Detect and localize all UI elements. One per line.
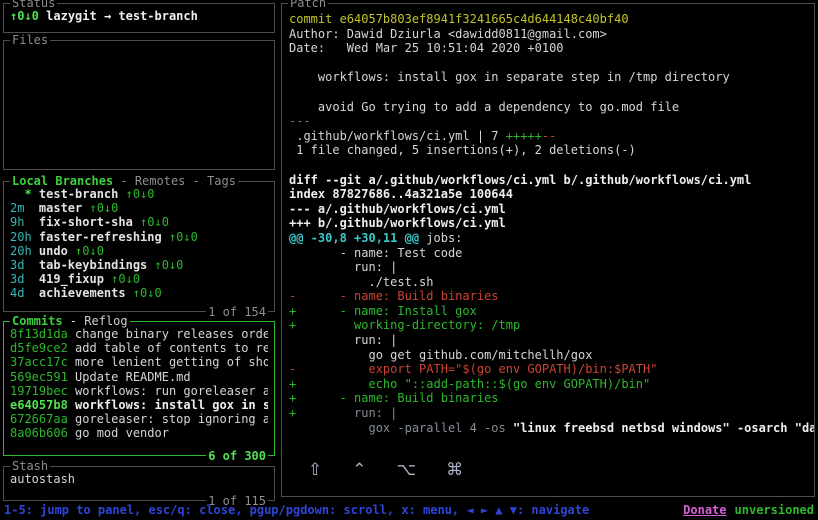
commit-list: 8f13d1da change binary releases order d5f…: [4, 322, 274, 441]
commit-row[interactable]: e64057b8 workflows: install gox in se: [10, 398, 268, 412]
patch-line: + - name: Build binaries: [289, 391, 499, 406]
patch-line: [289, 56, 814, 71]
branches-panel[interactable]: Local Branches - Remotes - Tags * test-b…: [3, 174, 275, 319]
branch-row[interactable]: 3d tab-keybindings ↑0↓0: [10, 258, 268, 272]
branches-panel-title: Local Branches - Remotes - Tags: [10, 174, 238, 188]
modifier-key-icon: ⌥: [396, 460, 417, 480]
status-panel-title: Status: [10, 0, 58, 10]
patch-line: [289, 158, 814, 173]
patch-line: run: |: [289, 333, 398, 348]
patch-line: index 87827686..4a321a5e 100644: [289, 187, 513, 202]
patch-panel-title: Patch: [288, 0, 329, 10]
stash-panel-title: Stash: [10, 459, 51, 473]
patch-line: - - name: Build binaries: [289, 289, 499, 304]
lazygit-app: Status ↑0↓0 lazygit → test-branch Files …: [0, 0, 818, 520]
patch-line: run: |: [289, 260, 398, 275]
patch-line: ---: [289, 114, 311, 129]
branch-row[interactable]: 20h faster-refreshing ↑0↓0: [10, 230, 268, 244]
patch-panel[interactable]: Patch commit e64057b803ef8941f3241665c4d…: [281, 0, 815, 497]
branch-row[interactable]: * test-branch ↑0↓0: [10, 187, 268, 201]
modifier-key-icon: ⌃: [352, 460, 367, 480]
donate-link[interactable]: Donate: [683, 503, 726, 517]
patch-line: commit e64057b803ef8941f3241665c4d644148…: [289, 12, 629, 26]
patch-line: @@ -30,8 +30,11 @@ jobs:: [289, 230, 463, 245]
commit-row[interactable]: 672667aa goreleaser: stop ignoring ar: [10, 412, 268, 426]
commit-row[interactable]: 37acc17c more lenient getting of shor: [10, 355, 268, 369]
stash-panel[interactable]: Stash autostash 1 of 115: [3, 459, 275, 508]
patch-line: + run: |: [289, 406, 398, 421]
patch-line: Author: Dawid Dziurla <dawidd0811@gmail.…: [289, 26, 607, 41]
patch-line: diff --git a/.github/workflows/ci.yml b/…: [289, 172, 752, 187]
patch-line: - export PATH="$(go env GOPATH)/bin:$PAT…: [289, 362, 658, 377]
branch-row[interactable]: 4d achievements ↑0↓0: [10, 286, 268, 300]
commit-row[interactable]: 19719bec workflows: run goreleaser as: [10, 384, 268, 398]
patch-line: + - name: Install gox: [289, 303, 477, 318]
files-panel[interactable]: Files: [3, 33, 275, 170]
branch-list: * test-branch ↑0↓0 2m master ↑0↓0 9h fix-s…: [4, 182, 274, 301]
modifier-key-icon: ⌘: [446, 460, 464, 480]
branch-row[interactable]: 2m master ↑0↓0: [10, 201, 268, 215]
patch-line: - name: Test code: [289, 245, 463, 260]
patch-line: +++ b/.github/workflows/ci.yml: [289, 216, 506, 231]
branch-row[interactable]: 3d 419_fixup ↑0↓0: [10, 272, 268, 286]
repo-branch-label: lazygit → test-branch: [46, 9, 198, 23]
patch-line: + echo "::add-path::$(go env GOPATH)/bin…: [289, 376, 651, 391]
commits-panel-title: Commits - Reflog: [10, 314, 130, 328]
version-area: Donate unversioned: [683, 503, 814, 517]
commit-row[interactable]: 569ec591 Update README.md: [10, 370, 268, 384]
commit-row[interactable]: d5fe9ce2 add table of contents to rea: [10, 341, 268, 355]
modifier-key-icon: ⇧: [308, 460, 323, 480]
commit-row[interactable]: 8f13d1da change binary releases order: [10, 327, 268, 341]
stash-row[interactable]: autostash: [10, 472, 268, 486]
patch-content: commit e64057b803ef8941f3241665c4d644148…: [282, 4, 814, 435]
status-panel[interactable]: Status ↑0↓0 lazygit → test-branch: [3, 0, 275, 33]
files-panel-title: Files: [10, 33, 51, 47]
patch-line: [289, 85, 814, 100]
branch-row[interactable]: 9h fix-short-sha ↑0↓0: [10, 215, 268, 229]
commits-position-indicator: 6 of 300: [206, 449, 268, 463]
patch-line: .github/workflows/ci.yml | 7 +++++--: [289, 128, 557, 143]
patch-line: gox -parallel 4 -os "linux freebsd netbs…: [289, 420, 814, 435]
patch-line: ./test.sh: [289, 274, 434, 289]
patch-line: Date: Wed Mar 25 10:51:04 2020 +0100: [289, 41, 564, 56]
branch-row[interactable]: 20h undo ↑0↓0: [10, 244, 268, 258]
version-label: unversioned: [734, 503, 814, 517]
branches-position-indicator: 1 of 154: [206, 305, 268, 319]
patch-line: + working-directory: /tmp: [289, 318, 521, 333]
patch-line: go get github.com/mitchellh/gox: [289, 347, 593, 362]
keybindings-bar: 1-5: jump to panel, esc/q: close, pgup/p…: [4, 503, 590, 517]
ahead-behind-indicator: ↑0↓0: [10, 9, 39, 23]
commit-row[interactable]: 8a06b606 go mod vendor: [10, 426, 268, 440]
patch-line: avoid Go trying to add a dependency to g…: [289, 99, 680, 114]
patch-line: workflows: install gox in separate step …: [289, 70, 730, 85]
commits-panel[interactable]: Commits - Reflog 8f13d1da change binary …: [3, 314, 275, 463]
patch-line: 1 file changed, 5 insertions(+), 2 delet…: [289, 143, 636, 158]
modifier-keys-overlay: ⇧ ⌃ ⌥ ⌘: [308, 460, 463, 480]
patch-line: --- a/.github/workflows/ci.yml: [289, 201, 506, 216]
